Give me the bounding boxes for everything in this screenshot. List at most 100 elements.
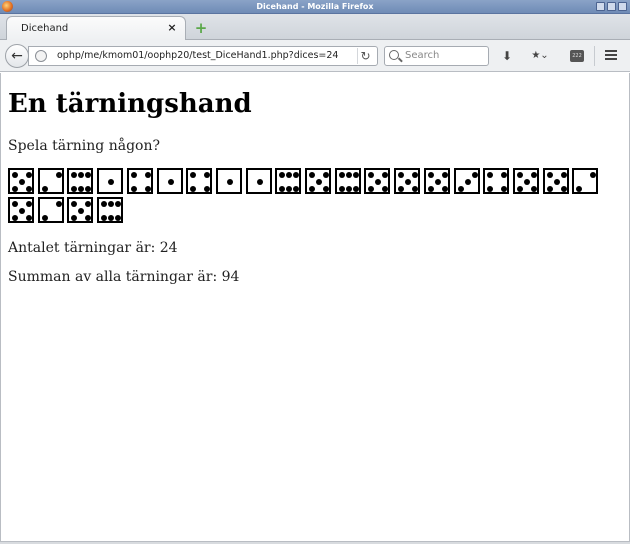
die-pip <box>316 179 322 185</box>
page-content: En tärningshand Spela tärning någon? Ant… <box>0 73 630 541</box>
die-pip <box>204 186 210 192</box>
url-text[interactable]: ophp/me/kmom01/oophp20/test_DiceHand1.ph… <box>57 50 338 61</box>
die-pip <box>339 172 345 178</box>
die-pip <box>465 179 471 185</box>
die-pip <box>279 186 285 192</box>
die-pip <box>19 208 25 214</box>
reload-icon[interactable]: ↻ <box>357 48 373 64</box>
die-face-2 <box>38 197 64 223</box>
die-pip <box>115 215 121 221</box>
die-face-2 <box>38 168 64 194</box>
die-pip <box>85 201 91 207</box>
die-face-5 <box>8 197 34 223</box>
die-pip <box>576 186 582 192</box>
download-icon[interactable]: ⬇ <box>500 48 514 64</box>
close-window-button[interactable] <box>618 2 627 11</box>
die-pip <box>382 172 388 178</box>
die-pip <box>561 172 567 178</box>
new-tab-icon[interactable]: + <box>194 21 208 36</box>
die-pip <box>346 172 352 178</box>
tab-dicehand[interactable]: Dicehand × <box>6 16 186 41</box>
die-pip <box>108 201 114 207</box>
die-face-1 <box>216 168 242 194</box>
die-pip <box>115 201 121 207</box>
die-pip <box>442 186 448 192</box>
die-pip <box>85 186 91 192</box>
die-pip <box>131 172 137 178</box>
dice-sum-text: Summan av alla tärningar är: 94 <box>8 269 240 285</box>
minimize-button[interactable] <box>596 2 605 11</box>
die-pip <box>323 172 329 178</box>
die-face-4 <box>127 168 153 194</box>
die-pip <box>71 201 77 207</box>
back-arrow-icon: ← <box>11 48 23 64</box>
window-title: Dicehand - Mozilla Firefox <box>256 2 374 11</box>
die-pip <box>368 172 374 178</box>
die-face-3 <box>454 168 480 194</box>
die-pip <box>85 215 91 221</box>
die-pip <box>339 186 345 192</box>
tab-label: Dicehand <box>21 23 69 34</box>
die-pip <box>190 186 196 192</box>
die-pip <box>131 186 137 192</box>
die-pip <box>398 172 404 178</box>
page-title: En tärningshand <box>8 89 252 119</box>
die-pip <box>547 172 553 178</box>
die-pip <box>293 186 299 192</box>
die-pip <box>353 172 359 178</box>
extension-icon[interactable]: 222 <box>570 50 584 62</box>
die-pip <box>26 172 32 178</box>
die-pip <box>353 186 359 192</box>
die-pip <box>531 186 537 192</box>
die-pip <box>101 215 107 221</box>
tab-close-icon[interactable]: × <box>165 21 179 35</box>
die-pip <box>428 172 434 178</box>
die-pip <box>398 186 404 192</box>
die-pip <box>286 186 292 192</box>
die-pip <box>590 172 596 178</box>
die-face-1 <box>97 168 123 194</box>
die-pip <box>204 172 210 178</box>
die-face-4 <box>186 168 212 194</box>
addon-icon[interactable]: ★⌄ <box>528 48 552 64</box>
site-identity-icon[interactable] <box>35 50 47 62</box>
die-face-6 <box>275 168 301 194</box>
die-pip <box>101 201 107 207</box>
die-pip <box>517 186 523 192</box>
die-face-6 <box>67 168 93 194</box>
back-button[interactable]: ← <box>5 44 29 68</box>
die-face-1 <box>246 168 272 194</box>
die-pip <box>26 186 32 192</box>
die-pip <box>382 186 388 192</box>
menu-icon[interactable] <box>604 48 618 64</box>
die-pip <box>293 172 299 178</box>
die-pip <box>412 172 418 178</box>
die-pip <box>346 186 352 192</box>
die-pip <box>42 186 48 192</box>
die-face-5 <box>543 168 569 194</box>
die-pip <box>547 186 553 192</box>
die-face-6 <box>97 197 123 223</box>
die-pip <box>405 179 411 185</box>
die-pip <box>458 186 464 192</box>
die-pip <box>108 215 114 221</box>
die-pip <box>12 201 18 207</box>
url-bar[interactable]: ophp/me/kmom01/oophp20/test_DiceHand1.ph… <box>28 46 378 66</box>
search-input[interactable]: Search <box>384 46 489 66</box>
die-pip <box>487 172 493 178</box>
maximize-button[interactable] <box>607 2 616 11</box>
die-pip <box>26 215 32 221</box>
die-pip <box>375 179 381 185</box>
die-pip <box>168 179 174 185</box>
die-pip <box>78 208 84 214</box>
die-pip <box>12 215 18 221</box>
die-pip <box>554 179 560 185</box>
die-pip <box>145 186 151 192</box>
die-pip <box>257 179 263 185</box>
die-pip <box>227 179 233 185</box>
die-pip <box>12 172 18 178</box>
die-pip <box>78 186 84 192</box>
die-pip <box>501 172 507 178</box>
dice-count-text: Antalet tärningar är: 24 <box>8 240 178 256</box>
die-face-2 <box>572 168 598 194</box>
